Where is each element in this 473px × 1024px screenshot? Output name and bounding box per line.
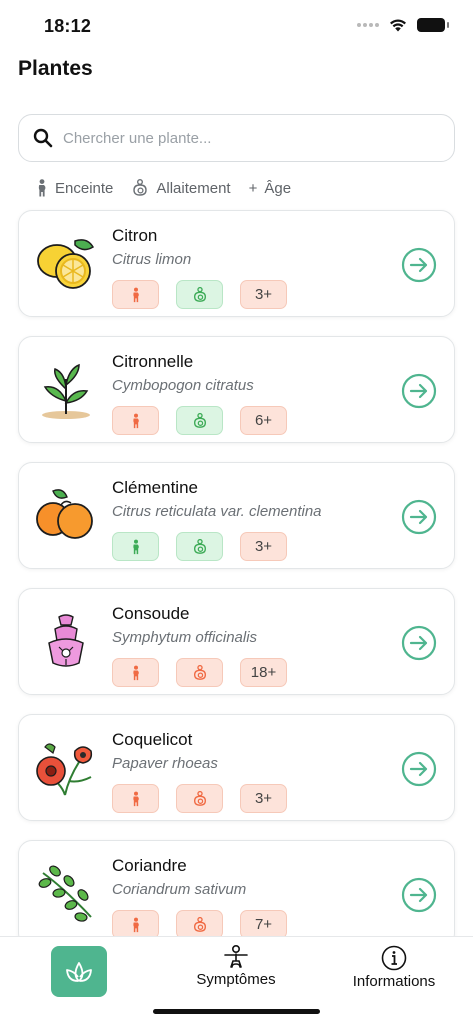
plant-card[interactable]: Citron Citrus limon 3+ <box>18 210 455 317</box>
age-badge: 6+ <box>240 406 287 435</box>
pregnant-woman-icon <box>132 791 139 806</box>
page-title: Plantes <box>18 57 93 80</box>
safety-badges: 7+ <box>112 910 287 939</box>
legend-breastfeeding-label: Allaitement <box>156 179 231 197</box>
arrow-right-circle-icon[interactable] <box>401 373 437 409</box>
safety-badges: 6+ <box>112 406 287 435</box>
cellular-signal-icon <box>357 23 379 27</box>
status-icons <box>357 18 449 32</box>
legend-breastfeeding: Allaitement <box>131 179 231 197</box>
breastfeeding-badge <box>176 784 223 813</box>
age-badge: 7+ <box>240 910 287 939</box>
breastfeeding-badge <box>176 406 223 435</box>
home-indicator <box>153 1009 320 1014</box>
pregnancy-badge <box>112 280 159 309</box>
status-bar: 18:12 <box>0 0 473 50</box>
age-badge: 3+ <box>240 280 287 309</box>
pregnant-woman-icon <box>132 665 139 680</box>
search-icon <box>33 128 53 148</box>
plant-card[interactable]: Clémentine Citrus reticulata var. clemen… <box>18 462 455 569</box>
plant-card[interactable]: Coquelicot Papaver rhoeas 3+ <box>18 714 455 821</box>
plant-latin-name: Cymbopogon citratus <box>112 377 254 394</box>
plant-name: Coquelicot <box>112 730 193 749</box>
plant-latin-name: Citrus limon <box>112 251 192 268</box>
plus-icon: + <box>248 179 258 197</box>
pregnancy-badge <box>112 784 159 813</box>
arrow-right-circle-icon[interactable] <box>401 247 437 283</box>
plant-name: Citron <box>112 226 158 245</box>
lemon-icon <box>37 239 95 289</box>
pregnant-woman-icon <box>38 179 46 197</box>
age-badge: 3+ <box>240 784 287 813</box>
foxglove-flower-icon <box>48 614 84 667</box>
pregnancy-badge <box>112 910 159 939</box>
battery-icon <box>417 18 449 32</box>
pregnancy-badge <box>112 532 159 561</box>
pregnant-woman-icon <box>132 539 139 554</box>
plant-name: Coriandre <box>112 856 187 875</box>
tab-symptoms-label: Symptômes <box>196 971 276 988</box>
clementine-icon <box>36 489 93 539</box>
pregnant-woman-icon <box>132 917 139 932</box>
legend-pregnant: Enceinte <box>36 179 113 197</box>
poppy-icon <box>36 743 93 796</box>
search-bar[interactable] <box>18 114 455 162</box>
herb-branch-icon <box>38 865 92 922</box>
wifi-icon <box>390 19 406 32</box>
plant-latin-name: Citrus reticulata var. clementina <box>112 503 322 520</box>
plant-latin-name: Coriandrum sativum <box>112 881 247 898</box>
breastfeeding-badge <box>176 910 223 939</box>
tab-info[interactable]: Informations <box>348 945 440 990</box>
plant-card[interactable]: Coriandre Coriandrum sativum 7+ <box>18 840 455 947</box>
legend-age-label: Âge <box>264 179 292 197</box>
breastfeeding-icon <box>193 538 206 554</box>
breastfeeding-icon <box>193 790 206 806</box>
safety-badges: 18+ <box>112 658 287 687</box>
person-symptoms-icon <box>224 945 248 968</box>
breastfeeding-icon <box>193 286 206 302</box>
tab-symptoms[interactable]: Symptômes <box>193 945 279 988</box>
plant-latin-name: Symphytum officinalis <box>112 629 258 646</box>
plant-name: Clémentine <box>112 478 198 497</box>
sprout-icon <box>42 363 90 419</box>
plant-latin-name: Papaver rhoeas <box>112 755 218 772</box>
tab-plants[interactable] <box>51 946 107 997</box>
search-input[interactable] <box>63 129 423 147</box>
legend: Enceinte Allaitement + Âge <box>36 179 309 197</box>
breastfeeding-icon <box>193 412 206 428</box>
arrow-right-circle-icon[interactable] <box>401 751 437 787</box>
safety-badges: 3+ <box>112 784 287 813</box>
safety-badges: 3+ <box>112 280 287 309</box>
age-badge: 18+ <box>240 658 287 687</box>
arrow-right-circle-icon[interactable] <box>401 877 437 913</box>
plant-card[interactable]: Consoude Symphytum officinalis 18+ <box>18 588 455 695</box>
lotus-leaf-icon <box>66 961 92 982</box>
status-time: 18:12 <box>44 16 92 36</box>
breastfeeding-badge <box>176 280 223 309</box>
breastfeeding-badge <box>176 532 223 561</box>
breastfeeding-icon <box>133 179 148 196</box>
legend-pregnant-label: Enceinte <box>55 179 114 197</box>
breastfeeding-icon <box>193 664 206 680</box>
plant-card[interactable]: Citronnelle Cymbopogon citratus 6+ <box>18 336 455 443</box>
info-circle-icon <box>381 945 407 971</box>
pregnancy-badge <box>112 406 159 435</box>
plant-name: Citronnelle <box>112 352 194 371</box>
breastfeeding-badge <box>176 658 223 687</box>
pregnancy-badge <box>112 658 159 687</box>
safety-badges: 3+ <box>112 532 287 561</box>
plant-list: Citron Citrus limon 3+ Citronnelle Cymbo <box>18 210 455 966</box>
pregnant-woman-icon <box>132 287 139 302</box>
legend-age: + Âge <box>249 180 291 197</box>
arrow-right-circle-icon[interactable] <box>401 625 437 661</box>
age-badge: 3+ <box>240 532 287 561</box>
pregnant-woman-icon <box>132 413 139 428</box>
breastfeeding-icon <box>193 916 206 932</box>
arrow-right-circle-icon[interactable] <box>401 499 437 535</box>
tab-info-label: Informations <box>352 973 436 990</box>
plant-name: Consoude <box>112 604 190 623</box>
